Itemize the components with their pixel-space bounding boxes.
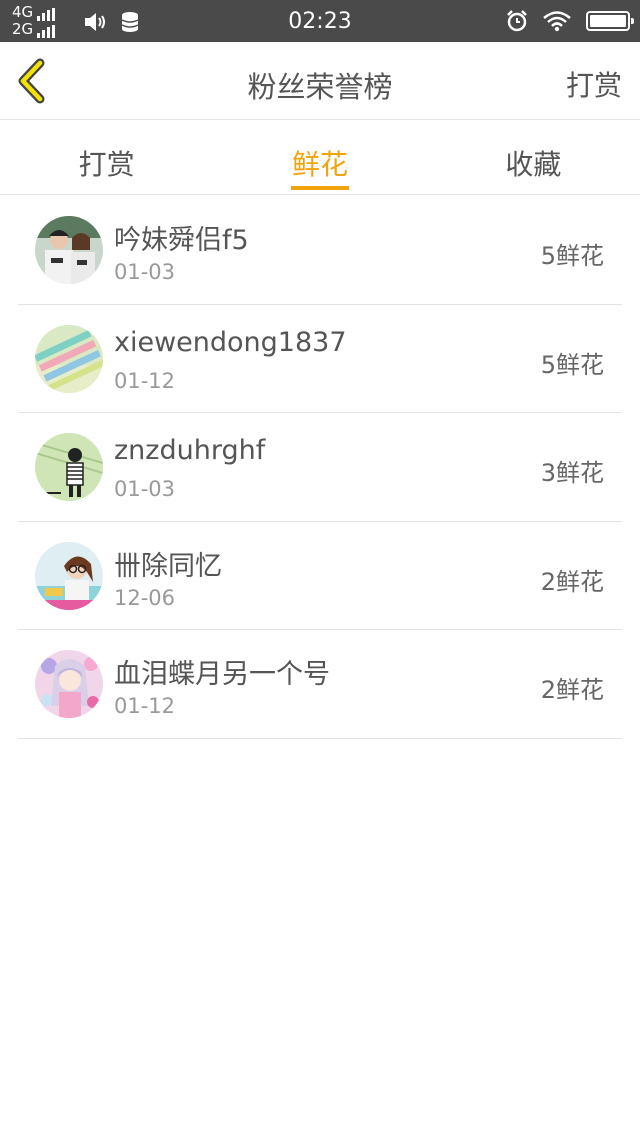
- fan-date: 01-03: [114, 260, 176, 284]
- avatar: [35, 541, 103, 610]
- status-bar: 4G 2G 02:23: [0, 0, 640, 42]
- anime-girl-avatar-icon: [35, 650, 103, 718]
- tab-bar: 打赏 鲜花 收藏: [0, 121, 640, 195]
- avatar: [35, 650, 103, 718]
- battery-icon: [586, 11, 634, 31]
- flower-count: 5鲜花: [540, 350, 604, 379]
- pens-photo-avatar-icon: [35, 324, 103, 393]
- flower-count: 2鲜花: [540, 567, 604, 596]
- alarm-icon: [507, 10, 527, 32]
- fan-list: 吟妹舜侣f5 01-03 5鲜花 xiewendong1837 01-12 5鲜…: [18, 196, 622, 739]
- reward-button[interactable]: 打赏: [566, 64, 622, 104]
- fan-date: 01-12: [114, 368, 176, 393]
- avatar: [35, 216, 103, 284]
- sketch-person-avatar-icon: [35, 433, 103, 501]
- fan-name: xiewendong1837: [114, 326, 347, 358]
- fan-name: znzduhrghf: [114, 435, 266, 466]
- list-item[interactable]: 卌除同忆 12-06 2鲜花: [18, 522, 622, 630]
- tab-reward[interactable]: 打赏: [0, 121, 213, 194]
- avatar: [35, 433, 103, 501]
- list-item[interactable]: 吟妹舜侣f5 01-03 5鲜花: [18, 196, 622, 305]
- flower-count: 2鲜花: [540, 676, 604, 704]
- wifi-icon: [543, 11, 571, 32]
- couple-photo-avatar-icon: [35, 216, 103, 284]
- page-title: 粉丝荣誉榜: [247, 70, 393, 104]
- avatar: [35, 324, 103, 393]
- tab-flowers[interactable]: 鲜花: [213, 121, 426, 194]
- fan-name: 卌除同忆: [114, 550, 222, 582]
- list-item[interactable]: znzduhrghf 01-03 3鲜花: [18, 413, 622, 522]
- tab-favorites[interactable]: 收藏: [427, 121, 640, 194]
- girl-glasses-avatar-icon: [35, 541, 103, 610]
- fan-name: 吟妹舜侣f5: [114, 225, 249, 256]
- list-item[interactable]: 血泪蝶月另一个号 01-12 2鲜花: [18, 630, 622, 739]
- fan-date: 01-03: [114, 477, 176, 501]
- flower-count: 5鲜花: [540, 242, 604, 270]
- fan-date: 12-06: [114, 585, 176, 610]
- fan-name: 血泪蝶月另一个号: [114, 659, 330, 690]
- flower-count: 3鲜花: [540, 459, 604, 487]
- nav-header: 粉丝荣誉榜 打赏: [0, 42, 640, 120]
- list-item[interactable]: xiewendong1837 01-12 5鲜花: [18, 305, 622, 413]
- fan-date: 01-12: [114, 694, 176, 718]
